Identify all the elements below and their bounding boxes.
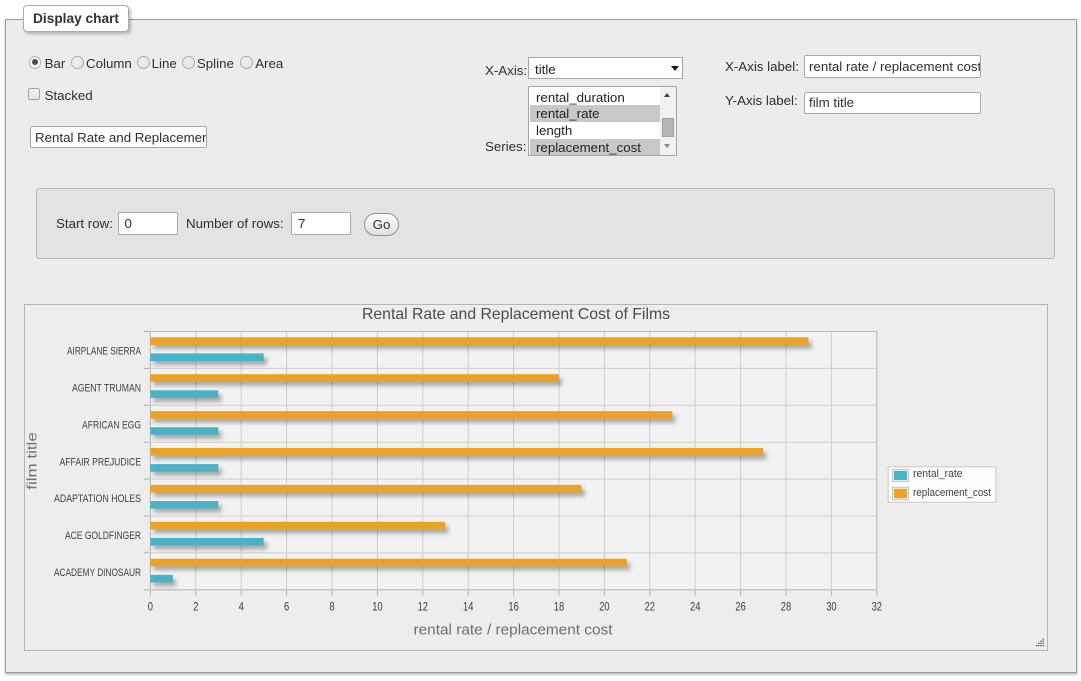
svg-text:8: 8 bbox=[329, 601, 334, 613]
svg-text:14: 14 bbox=[463, 601, 474, 613]
svg-text:26: 26 bbox=[735, 601, 745, 613]
svg-text:Rental Rate and Replacement Co: Rental Rate and Replacement Cost of Film… bbox=[362, 306, 670, 323]
svg-text:24: 24 bbox=[690, 601, 701, 613]
svg-text:AGENT TRUMAN: AGENT TRUMAN bbox=[72, 382, 141, 394]
svg-text:30: 30 bbox=[826, 601, 836, 613]
svg-text:AFFAIR PREJUDICE: AFFAIR PREJUDICE bbox=[60, 456, 142, 468]
svg-text:ACADEMY DINOSAUR: ACADEMY DINOSAUR bbox=[54, 567, 141, 579]
svg-text:18: 18 bbox=[554, 601, 564, 613]
svg-text:10: 10 bbox=[372, 601, 382, 613]
svg-text:replacement_cost: replacement_cost bbox=[913, 487, 992, 499]
svg-text:20: 20 bbox=[599, 601, 609, 613]
svg-text:12: 12 bbox=[418, 601, 428, 613]
svg-text:rental_rate: rental_rate bbox=[913, 468, 963, 480]
svg-text:ADAPTATION HOLES: ADAPTATION HOLES bbox=[54, 493, 141, 505]
svg-text:film title: film title bbox=[24, 432, 39, 490]
svg-text:2: 2 bbox=[193, 601, 198, 613]
svg-text:4: 4 bbox=[239, 601, 245, 613]
svg-text:0: 0 bbox=[148, 601, 153, 613]
svg-text:32: 32 bbox=[872, 601, 882, 613]
svg-text:ACE GOLDFINGER: ACE GOLDFINGER bbox=[65, 530, 141, 542]
svg-text:22: 22 bbox=[645, 601, 655, 613]
svg-text:AFRICAN EGG: AFRICAN EGG bbox=[82, 419, 141, 431]
svg-text:AIRPLANE SIERRA: AIRPLANE SIERRA bbox=[67, 346, 141, 358]
svg-text:rental rate / replacement cost: rental rate / replacement cost bbox=[414, 623, 613, 639]
svg-text:16: 16 bbox=[508, 601, 518, 613]
svg-text:28: 28 bbox=[781, 601, 791, 613]
svg-text:6: 6 bbox=[284, 601, 289, 613]
